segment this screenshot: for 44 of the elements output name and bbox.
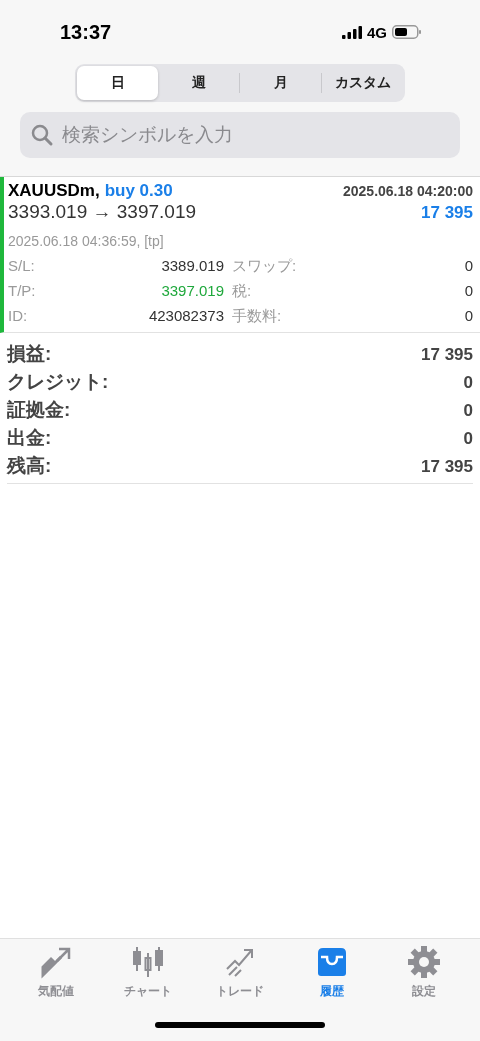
inbox-icon: [315, 945, 349, 979]
detail-value: 0: [464, 282, 473, 301]
detail-value: 0: [464, 257, 473, 276]
summary-label: 出金:: [7, 426, 52, 450]
summary-value: 0: [463, 373, 473, 393]
detail-value: 3397.019: [160, 282, 224, 301]
trade-profit: 17 395: [421, 203, 473, 223]
summary-label: 証拠金:: [7, 398, 71, 422]
period-tab[interactable]: カスタム: [322, 66, 403, 100]
period-tab[interactable]: 週: [158, 66, 239, 100]
summary-label: 残高:: [7, 454, 52, 478]
detail-value: 0: [464, 307, 473, 326]
trade-symbol: XAUUSDm,: [8, 181, 100, 200]
search-icon: [30, 123, 54, 147]
summary-value: 0: [463, 429, 473, 449]
detail-label: ID:: [8, 307, 29, 326]
signal-icon: [342, 25, 362, 39]
trade-side: buy 0.30: [104, 181, 173, 200]
detail-label: スワップ:: [232, 257, 298, 276]
summary-label: 損益:: [7, 342, 52, 366]
arrows-icon: [39, 945, 73, 979]
candlestick-icon: [131, 945, 165, 979]
settings-icon: [407, 945, 441, 979]
summary-value: 17 395: [421, 457, 473, 477]
open-time: 2025.06.18 04:20:00: [343, 183, 473, 199]
detail-value: 423082373: [147, 307, 224, 326]
trade-prices: 3393.019 → 3397.019: [8, 201, 197, 223]
summary-value: 0: [463, 401, 473, 421]
detail-label: 税:: [232, 282, 253, 301]
detail-label: S/L:: [8, 257, 36, 276]
summary-label: クレジット:: [7, 370, 109, 394]
detail-label: T/P:: [8, 282, 37, 301]
tab-bar-item[interactable]: 履歴: [292, 945, 372, 1000]
detail-value: 3389.019: [160, 257, 224, 276]
battery-icon: [392, 25, 422, 39]
period-tab[interactable]: 月: [240, 66, 321, 100]
search-field[interactable]: 検索シンボルを入力: [20, 112, 460, 158]
network-label: 4G: [367, 23, 387, 41]
status-time: 13:37: [60, 20, 112, 44]
detail-label: 手数料:: [232, 307, 283, 326]
close-info: 2025.06.18 04:36:59, [tp]: [8, 233, 165, 249]
summary-value: 17 395: [421, 345, 473, 365]
trade-card[interactable]: XAUUSDm, buy 0.30 2025.06.18 04:20:00 3393.019 → 3397.019 17 395 2025.06.18 04:36:59, [tp] S/L: 3389.019 スワップ: 0 T/P: 3397.019 税: 0 ID: 423082373 手数料: 0: [0, 177, 480, 333]
period-tab[interactable]: 日: [77, 66, 158, 100]
